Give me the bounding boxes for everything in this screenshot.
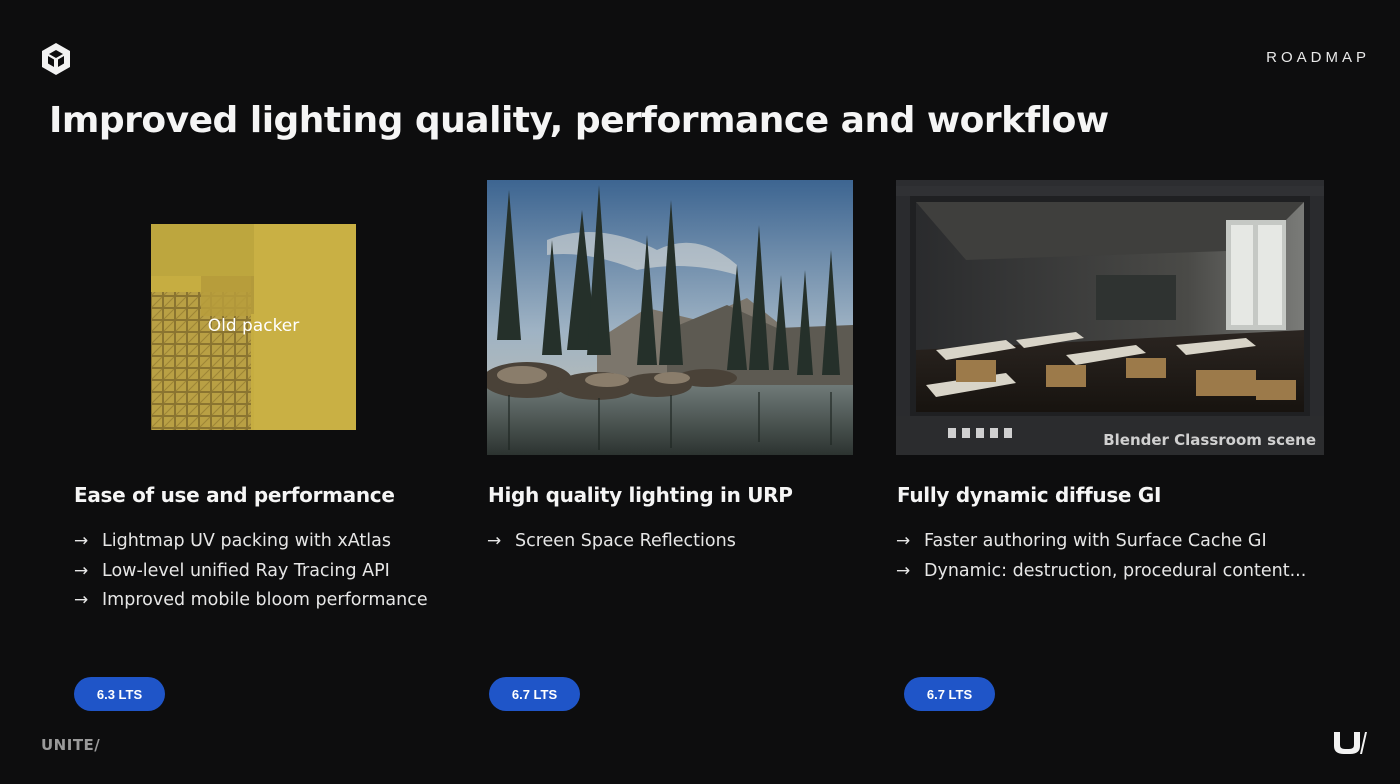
list-item: → Improved mobile bloom performance <box>74 586 428 616</box>
classroom-scene-image <box>896 180 1324 455</box>
unity-u-slash-icon <box>1334 732 1367 754</box>
list-item-text: Faster authoring with Surface Cache GI <box>924 531 1267 551</box>
forest-lake-image <box>487 180 853 455</box>
feature-column-2: High quality lighting in URP → Screen Spa… <box>487 170 927 730</box>
version-badge: 6.7 LTS <box>489 677 580 711</box>
list-item-text: Low-level unified Ray Tracing API <box>102 560 390 581</box>
arrow-right-icon: → <box>896 560 911 581</box>
feature-column-1: Old packer Ease of use and performance →… <box>74 170 514 730</box>
list-item-text: Screen Space Reflections <box>515 531 736 551</box>
section-label: ROADMAP <box>1266 49 1370 66</box>
arrow-right-icon: → <box>74 590 89 610</box>
version-badge: 6.3 LTS <box>74 677 165 711</box>
list-item: → Dynamic: destruction, procedural conten… <box>896 557 1306 587</box>
list-item: → Faster authoring with Surface Cache GI <box>896 527 1306 557</box>
old-packer-label: Old packer <box>207 316 300 336</box>
feature-column-3: Blender Classroom scene Fully dynamic di… <box>896 170 1336 730</box>
list-item: → Low-level unified Ray Tracing API <box>74 557 428 587</box>
unite-logo: UNITE/ <box>41 736 100 753</box>
list-item-text: Lightmap UV packing with xAtlas <box>102 531 391 551</box>
page-title: Improved lighting quality, performance a… <box>49 100 1109 141</box>
column-heading: Ease of use and performance <box>74 483 395 507</box>
arrow-right-icon: → <box>487 531 502 551</box>
list-item: → Screen Space Reflections <box>487 527 736 557</box>
arrow-right-icon: → <box>74 531 89 551</box>
unite-logo-text: UNITE/ <box>41 736 100 753</box>
arrow-right-icon: → <box>74 560 89 581</box>
arrow-right-icon: → <box>896 531 911 551</box>
feature-list: → Faster authoring with Surface Cache GI … <box>896 527 1306 586</box>
list-item-text: Dynamic: destruction, procedural content… <box>924 560 1307 581</box>
list-item: → Lightmap UV packing with xAtlas <box>74 527 428 557</box>
feature-list: → Screen Space Reflections <box>487 527 736 557</box>
column-heading: High quality lighting in URP <box>488 483 793 507</box>
column-heading: Fully dynamic diffuse GI <box>897 483 1162 507</box>
list-item-text: Improved mobile bloom performance <box>102 590 428 610</box>
image-caption: Blender Classroom scene <box>1103 431 1316 449</box>
version-badge: 6.7 LTS <box>904 677 995 711</box>
unity-cube-icon <box>42 43 70 75</box>
feature-list: → Lightmap UV packing with xAtlas → Low-le… <box>74 527 428 616</box>
